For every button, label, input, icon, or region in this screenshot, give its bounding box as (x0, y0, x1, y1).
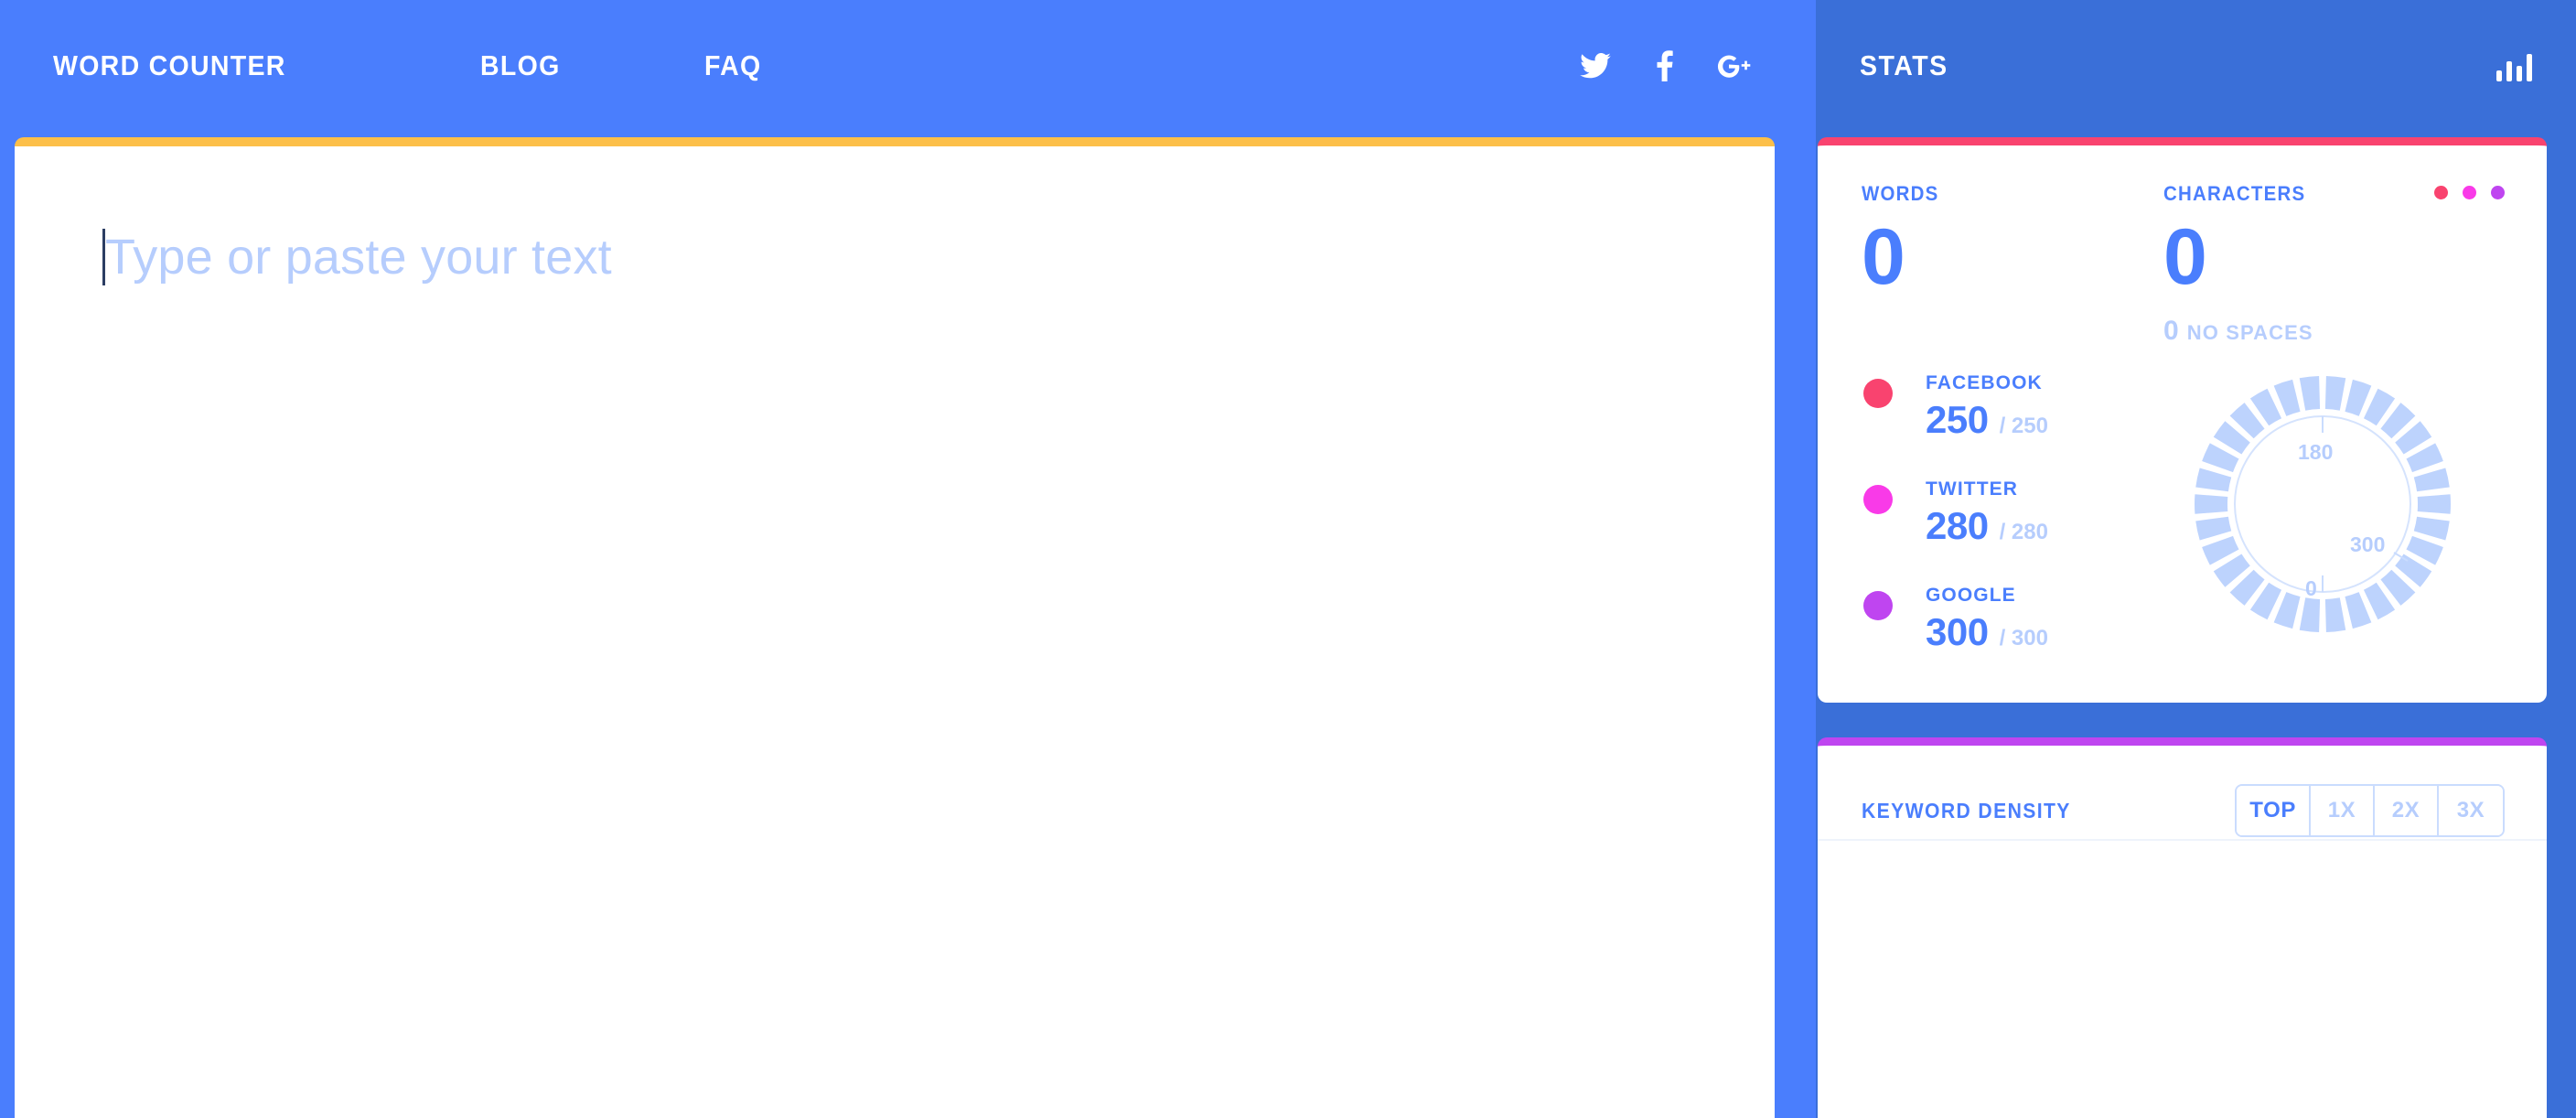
gauge-segment (2413, 468, 2450, 492)
toggle-3x[interactable]: 3X (2439, 786, 2503, 835)
social-limits-list: FACEBOOK 250 / 250 TWITTER 280 / 280 GOO… (1863, 372, 2165, 654)
gauge-segment (2413, 516, 2450, 541)
no-spaces-label: NO SPACES (2186, 321, 2313, 344)
twitter-icon[interactable] (1578, 48, 1613, 83)
counts-block: WORDS 0 CHARACTERS 0 0 NO SPACES (1818, 145, 2547, 347)
gauge-segment (2299, 376, 2321, 411)
gauge-segment (2195, 468, 2232, 492)
stats-header: STATS (1816, 0, 2576, 132)
social-links (1578, 48, 1761, 83)
google-max: / 300 (1999, 626, 2048, 650)
google-plus-icon[interactable] (1717, 48, 1752, 83)
google-label: GOOGLE (1926, 585, 2016, 606)
gauge-segment (2195, 516, 2232, 541)
gauge-label-180: 180 (2298, 440, 2334, 464)
characters-label: CHARACTERS (2163, 182, 2306, 205)
gauge-svg (2195, 376, 2451, 632)
stats-card: WORDS 0 CHARACTERS 0 0 NO SPACES FACEBOO… (1818, 137, 2547, 703)
nav-word-counter[interactable]: WORD COUNTER (53, 49, 286, 82)
nav-blog[interactable]: BLOG (480, 49, 561, 82)
limit-google[interactable]: GOOGLE 300 / 300 (1863, 585, 2165, 654)
gauge-label-300: 300 (2350, 532, 2386, 556)
google-dot-icon (1863, 591, 1893, 620)
twitter-label: TWITTER (1926, 478, 2019, 500)
editor-placeholder: Type or paste your text (105, 230, 612, 285)
app-root: WORD COUNTER BLOG FAQ Type or paste your… (0, 0, 2576, 1118)
limit-facebook[interactable]: FACEBOOK 250 / 250 (1863, 372, 2165, 442)
twitter-dot-icon (1863, 485, 1893, 514)
gauge-segment (2299, 597, 2321, 632)
keyword-density-title: KEYWORD DENSITY (1862, 798, 2071, 822)
text-editor-area[interactable]: Type or paste your text (102, 227, 1738, 1118)
words-column: WORDS 0 (1862, 182, 2163, 347)
gauge-segments (2195, 376, 2451, 632)
facebook-current: 250 (1926, 398, 1989, 441)
gauge-segment (2195, 494, 2228, 514)
words-label: WORDS (1862, 182, 1939, 205)
limit-twitter[interactable]: TWITTER 280 / 280 (1863, 478, 2165, 548)
main-nav: WORD COUNTER BLOG FAQ (53, 49, 767, 82)
more-options-button[interactable] (2434, 186, 2505, 199)
keyword-density-card: KEYWORD DENSITY TOP 1X 2X 3X (1818, 737, 2547, 1118)
facebook-icon[interactable] (1648, 48, 1682, 83)
editor-pane: WORD COUNTER BLOG FAQ Type or paste your… (0, 0, 1816, 1118)
gauge-segment (2324, 597, 2346, 632)
characters-column: CHARACTERS 0 0 NO SPACES (2163, 182, 2465, 347)
keyword-density-toggle: TOP 1X 2X 3X (2235, 784, 2505, 837)
stats-title: STATS (1860, 49, 1948, 81)
keyword-density-list (1818, 841, 2547, 1042)
google-current: 300 (1926, 610, 1989, 653)
toggle-top[interactable]: TOP (2237, 786, 2311, 835)
facebook-label: FACEBOOK (1926, 372, 2043, 393)
no-spaces-row: 0 NO SPACES (2163, 316, 2465, 347)
characters-value: 0 (2163, 213, 2207, 301)
facebook-dot-icon (1863, 379, 1893, 408)
twitter-current: 280 (1926, 504, 1989, 547)
text-editor-card: Type or paste your text (15, 137, 1775, 1118)
facebook-max: / 250 (1999, 414, 2048, 438)
limits-and-gauge: FACEBOOK 250 / 250 TWITTER 280 / 280 GOO… (1818, 347, 2547, 654)
bar-chart-icon (2496, 50, 2532, 81)
gauge-label-0: 0 (2305, 576, 2317, 600)
gauge-segment (2417, 494, 2451, 514)
keyword-density-header: KEYWORD DENSITY TOP 1X 2X 3X (1818, 746, 2547, 839)
dot-magenta (2463, 186, 2476, 199)
toggle-1x[interactable]: 1X (2311, 786, 2375, 835)
twitter-max: / 280 (1999, 520, 2048, 544)
top-navigation-bar: WORD COUNTER BLOG FAQ (0, 0, 1816, 132)
dot-purple (2491, 186, 2505, 199)
gauge-segment (2324, 376, 2346, 411)
dot-pink (2434, 186, 2448, 199)
nav-faq[interactable]: FAQ (704, 49, 762, 82)
stats-pane: STATS WORDS 0 CHARACTERS 0 0 NO SPACES F… (1816, 0, 2576, 1118)
no-spaces-value: 0 (2163, 316, 2180, 346)
words-value: 0 (1862, 213, 1905, 301)
toggle-2x[interactable]: 2X (2375, 786, 2439, 835)
radial-gauge-chart: 180 300 0 (2185, 367, 2460, 641)
